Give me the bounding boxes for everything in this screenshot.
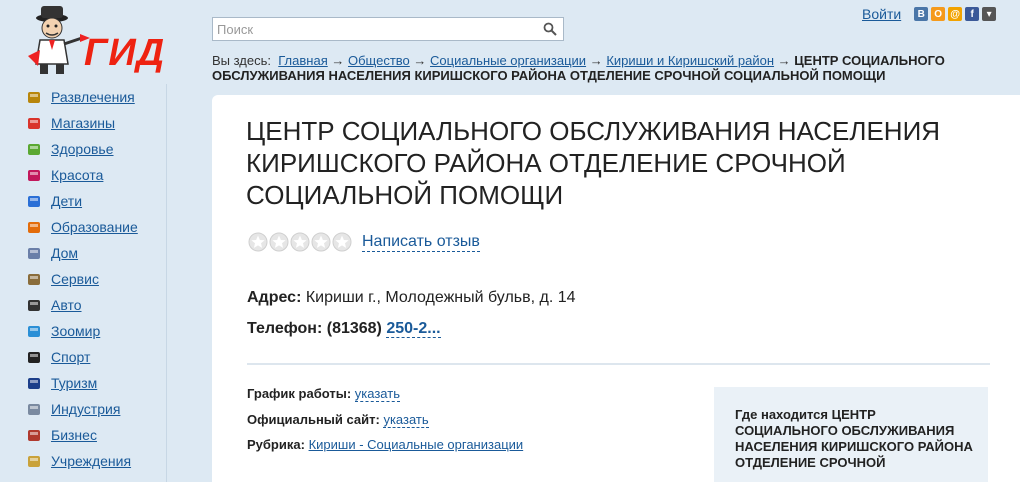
write-review-link[interactable]: Написать отзыв xyxy=(362,232,480,252)
briefcase-icon xyxy=(26,427,42,443)
star-icon[interactable] xyxy=(311,232,331,252)
sidebar-item-label: Здоровье xyxy=(51,141,114,157)
sidebar-item[interactable]: Образование xyxy=(26,214,166,240)
schedule-add-link[interactable]: указать xyxy=(354,386,400,402)
sidebar-item[interactable]: Красота xyxy=(26,162,166,188)
sidebar-item-label: Красота xyxy=(51,167,104,183)
sidebar-item-label: Спорт xyxy=(51,349,91,365)
apple-icon xyxy=(26,141,42,157)
phone-code: (81368) xyxy=(326,320,382,337)
social-button[interactable]: ▾ xyxy=(982,7,997,21)
sidebar-item[interactable]: Дети xyxy=(26,188,166,214)
mascot-icon xyxy=(28,6,90,74)
steering-wheel-icon xyxy=(26,297,42,313)
category-label: Рубрика: xyxy=(247,437,305,452)
breadcrumb-link-kirishi[interactable]: Кириши и Киришский район xyxy=(606,53,774,68)
sidebar-item[interactable]: Туризм xyxy=(26,370,166,396)
breadcrumb-link-society[interactable]: Общество xyxy=(348,53,410,68)
breadcrumb-separator: → xyxy=(413,53,427,68)
address-label: Адрес: xyxy=(247,289,302,306)
breadcrumb-separator: → xyxy=(331,53,345,68)
page-title: ЦЕНТР СОЦИАЛЬНОГО ОБСЛУЖИВАНИЯ НАСЕЛЕНИЯ… xyxy=(246,116,941,210)
suitcase-icon xyxy=(26,375,42,391)
show-phone-link[interactable]: 250-2... xyxy=(386,320,441,338)
sidebar-item[interactable]: Здоровье xyxy=(26,136,166,162)
lipstick-icon xyxy=(26,167,42,183)
sidebar-item[interactable]: Бизнес xyxy=(26,422,166,448)
star-icon[interactable] xyxy=(290,232,310,252)
schedule-row: График работы: указать xyxy=(247,386,400,402)
category-row: Рубрика: Кириши - Социальные организации xyxy=(247,437,523,452)
breadcrumb-separator: → xyxy=(589,53,603,68)
category-link[interactable]: Кириши - Социальные организации xyxy=(309,437,524,452)
social-button[interactable]: О xyxy=(931,7,946,21)
breadcrumb-link-home[interactable]: Главная xyxy=(278,53,327,68)
shopping-bag-icon xyxy=(26,115,42,131)
soccer-ball-icon xyxy=(26,349,42,365)
search-icon[interactable] xyxy=(543,22,557,36)
sidebar-item-label: Образование xyxy=(51,219,138,235)
social-buttons: В О @ f ▾ xyxy=(911,7,997,21)
website-add-link[interactable]: указать xyxy=(383,412,429,428)
social-button[interactable]: @ xyxy=(948,7,963,21)
social-button[interactable]: В xyxy=(914,7,929,21)
breadcrumb-prefix: Вы здесь: xyxy=(212,53,272,68)
sidebar-nav: Развлечения Магазины Здоровье Красота Дети Об… xyxy=(26,84,166,474)
sidebar-item[interactable]: Дом xyxy=(26,240,166,266)
sidebar-item[interactable]: Магазины xyxy=(26,110,166,136)
sidebar-item-label: Учреждения xyxy=(51,453,132,469)
main-panel: ЦЕНТР СОЦИАЛЬНОГО ОБСЛУЖИВАНИЯ НАСЕЛЕНИЯ… xyxy=(212,95,1020,482)
search-box xyxy=(212,17,564,41)
breadcrumb-separator: → xyxy=(777,53,791,68)
social-button[interactable]: f xyxy=(965,7,980,21)
sidebar-item-label: Зоомир xyxy=(51,323,101,339)
sidebar-divider xyxy=(166,84,167,482)
sidebar-item-label: Авто xyxy=(51,297,82,313)
schedule-label: График работы: xyxy=(247,386,352,401)
sidebar-item-label: Дом xyxy=(51,245,79,261)
search-input[interactable] xyxy=(213,18,533,40)
breadcrumb: Вы здесь: Главная → Общество → Социальны… xyxy=(212,53,1012,83)
sidebar-item-label: Магазины xyxy=(51,115,116,131)
site-logo[interactable]: ГИД xyxy=(22,4,172,76)
breadcrumb-link-social-orgs[interactable]: Социальные организации xyxy=(430,53,586,68)
sidebar-item[interactable]: Сервис xyxy=(26,266,166,292)
sidebar-item-label: Развлечения xyxy=(51,89,135,105)
address-value: Кириши г., Молодежный бульв, д. 14 xyxy=(305,289,576,306)
sidebar-item[interactable]: Спорт xyxy=(26,344,166,370)
house-icon xyxy=(26,245,42,261)
sidebar-item[interactable]: Авто xyxy=(26,292,166,318)
phone-label: Телефон: xyxy=(247,320,323,337)
website-label: Официальный сайт: xyxy=(247,412,380,427)
website-row: Официальный сайт: указать xyxy=(247,412,429,428)
star-icon[interactable] xyxy=(332,232,352,252)
phone-row: Телефон: (81368) 250-2... xyxy=(247,320,441,338)
divider xyxy=(247,363,990,365)
sidebar-item-label: Индустрия xyxy=(51,401,121,417)
sidebar-item-label: Дети xyxy=(51,193,83,209)
service-bell-icon xyxy=(26,271,42,287)
sidebar-item[interactable]: Развлечения xyxy=(26,84,166,110)
sidebar-item-label: Туризм xyxy=(51,375,98,391)
sidebar-item[interactable]: Учреждения xyxy=(26,448,166,474)
logo-text: ГИД xyxy=(84,32,166,74)
paw-icon xyxy=(26,323,42,339)
sidebar-item[interactable]: Индустрия xyxy=(26,396,166,422)
theater-icon xyxy=(26,89,42,105)
government-building-icon xyxy=(26,453,42,469)
star-icon[interactable] xyxy=(248,232,268,252)
map-box: Где находится ЦЕНТР СОЦИАЛЬНОГО ОБСЛУЖИВ… xyxy=(714,387,988,482)
sidebar-item-label: Бизнес xyxy=(51,427,97,443)
toy-blocks-icon xyxy=(26,193,42,209)
backpack-icon xyxy=(26,219,42,235)
rating-stars[interactable] xyxy=(248,232,353,252)
login-link[interactable]: Войти xyxy=(862,6,901,22)
sidebar-item[interactable]: Зоомир xyxy=(26,318,166,344)
map-title: Где находится ЦЕНТР СОЦИАЛЬНОГО ОБСЛУЖИВ… xyxy=(735,407,973,470)
address-row: Адрес: Кириши г., Молодежный бульв, д. 1… xyxy=(247,289,576,307)
sidebar-item-label: Сервис xyxy=(51,271,99,287)
star-icon[interactable] xyxy=(269,232,289,252)
factory-icon xyxy=(26,401,42,417)
header-actions: Войти В О @ f ▾ xyxy=(862,5,997,23)
